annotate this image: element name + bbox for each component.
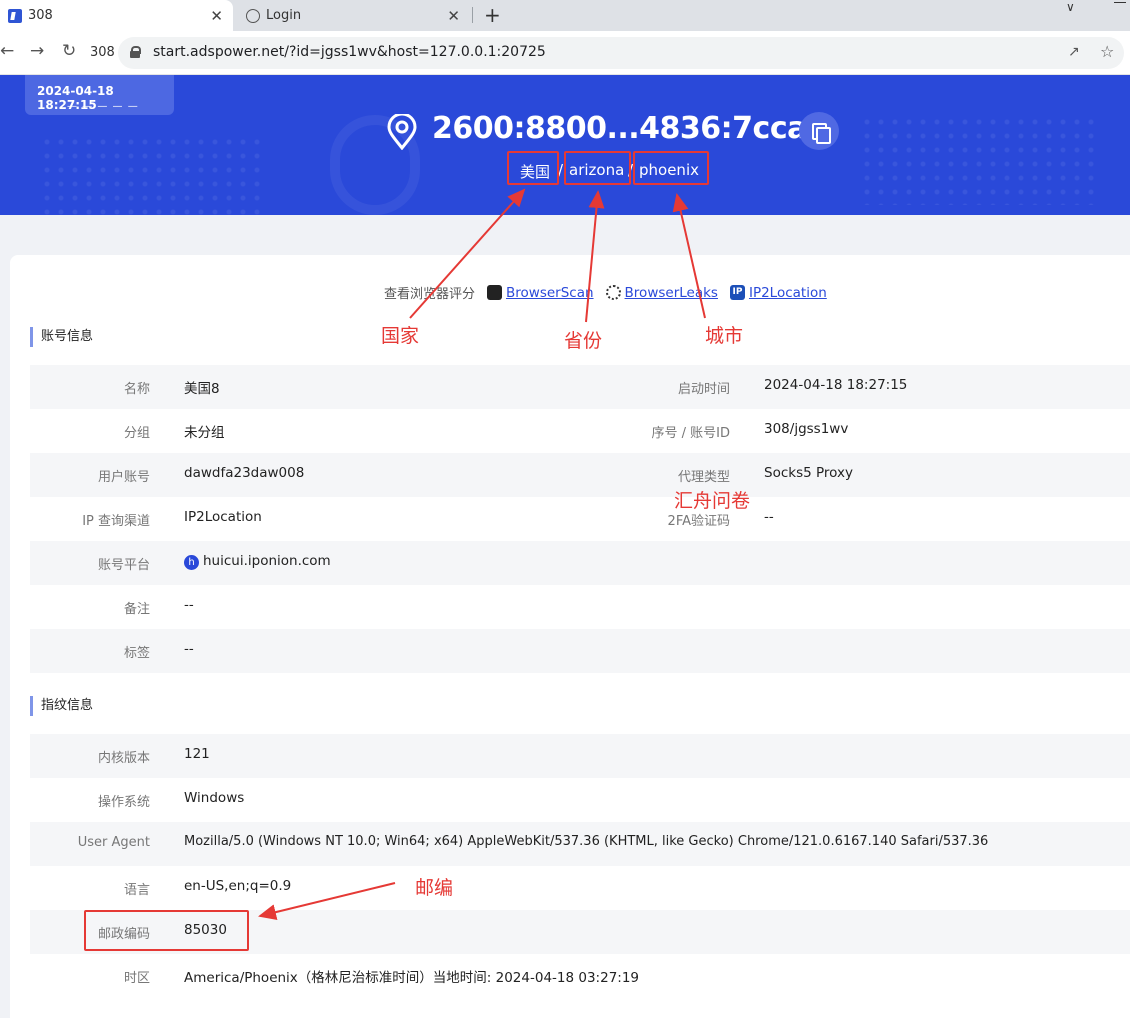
back-icon[interactable]: ← (0, 41, 14, 61)
start-time-value: 2024-04-18 18:27:15 (764, 377, 908, 393)
table-row: User Agent Mozilla/5.0 (Windows NT 10.0;… (30, 822, 1130, 866)
table-row: 备注 -- (30, 585, 1130, 629)
ip-address: 2600:8800...4836:7cca (432, 111, 807, 146)
tab-search-chevron-icon[interactable]: ∨ (1066, 0, 1075, 14)
annotation-country: 国家 (381, 325, 420, 347)
browserleaks-icon (605, 285, 621, 300)
dot-pattern-decoration (40, 135, 260, 215)
tab-separator (472, 7, 473, 23)
tab-bar: 308 ✕ Login ✕ + ∨ (0, 0, 1130, 31)
name-value: 美国8 (184, 381, 220, 397)
table-row: 标签 -- (30, 629, 1130, 673)
tag-label: 标签 (123, 646, 150, 661)
highlight-box-zip (84, 910, 249, 951)
highlight-box-region (564, 151, 631, 185)
ip-query-value: IP2Location (184, 509, 262, 525)
table-row: 操作系统 Windows (30, 778, 1130, 822)
bookmark-star-icon[interactable]: ☆ (1100, 42, 1114, 61)
user-agent-label: User Agent (77, 835, 150, 850)
os-label: 操作系统 (97, 795, 150, 810)
group-value: 未分组 (184, 425, 225, 441)
annotation-city: 城市 (705, 325, 744, 347)
name-label: 名称 (123, 382, 150, 397)
dot-pattern-decoration (860, 115, 1100, 205)
tab-308[interactable]: 308 ✕ (0, 0, 233, 31)
annotation-zip: 邮编 (415, 877, 454, 899)
annotation-province: 省份 (564, 330, 603, 352)
table-row: IP 查询渠道 IP2Location 2FA验证码 -- (30, 497, 1130, 541)
url-omnibox[interactable]: start.adspower.net/?id=jgss1wv&host=127.… (118, 37, 1124, 69)
highlight-box-country (507, 151, 559, 185)
kernel-label: 内核版本 (97, 751, 150, 766)
close-tab-icon[interactable]: ✕ (210, 7, 223, 25)
adspower-favicon-icon (8, 8, 22, 23)
proxy-type-value: Socks5 Proxy (764, 465, 853, 481)
table-row: 内核版本 121 (30, 734, 1130, 778)
ip-query-label: IP 查询渠道 (82, 514, 150, 529)
timezone-value: America/Phoenix（格林尼治标准时间）当地时间: 2024-04-1… (184, 970, 640, 986)
platform-label: 账号平台 (97, 558, 150, 573)
table-row: 语言 en-US,en;q=0.9 (30, 866, 1130, 910)
address-bar: ← → ↻ 308 start.adspower.net/?id=jgss1wv… (0, 31, 1130, 75)
note-label: 备注 (123, 602, 150, 617)
lock-icon[interactable] (130, 46, 141, 58)
user-account-value: dawdfa23daw008 (184, 465, 305, 481)
os-value: Windows (184, 790, 245, 806)
tab-title: Login (266, 8, 302, 23)
share-icon[interactable]: ↗ (1068, 44, 1080, 60)
ip-header: 2024-04-18 18:27:15 — — — — — 2600:8800.… (0, 75, 1130, 215)
tab-title: 308 (28, 8, 53, 23)
location-pin-icon (387, 114, 417, 150)
user-agent-value: Mozilla/5.0 (Windows NT 10.0; Win64; x64… (184, 834, 989, 849)
minimize-icon[interactable] (1114, 2, 1126, 3)
table-row: 账号平台 h huicui.iponion.com (30, 541, 1130, 585)
account-id-value: 308/jgss1wv (764, 421, 849, 437)
table-row: 分组 未分组 序号 / 账号ID 308/jgss1wv (30, 409, 1130, 453)
table-row: 名称 美国8 启动时间 2024-04-18 18:27:15 (30, 365, 1130, 409)
group-label: 分组 (123, 426, 150, 441)
tag-value: -- (184, 641, 194, 657)
start-time-label: 启动时间 (677, 382, 730, 397)
user-account-label: 用户账号 (97, 470, 150, 485)
url-text[interactable]: start.adspower.net/?id=jgss1wv&host=127.… (153, 44, 546, 60)
timezone-label: 时区 (123, 971, 150, 986)
language-value: en-US,en;q=0.9 (184, 878, 292, 894)
highlight-box-city (633, 151, 709, 185)
forward-icon[interactable]: → (30, 41, 44, 61)
note-value: -- (184, 597, 194, 613)
table-row: 时区 America/Phoenix（格林尼治标准时间）当地时间: 2024-0… (30, 954, 1130, 998)
annotation-watermark: 汇舟问卷 (674, 490, 751, 512)
browserscan-icon (487, 285, 503, 300)
browserleaks-link[interactable]: BrowserLeaks (625, 285, 718, 301)
timestamp-dashes: — — — — — (67, 101, 139, 112)
twofa-value: -- (764, 509, 774, 525)
new-tab-button[interactable]: + (484, 3, 501, 27)
reload-icon[interactable]: ↻ (62, 41, 76, 61)
account-id-label: 序号 / 账号ID (651, 426, 731, 441)
kernel-value: 121 (184, 746, 210, 762)
tab-login[interactable]: Login ✕ (238, 0, 470, 31)
platform-h-icon: h (184, 555, 199, 570)
fingerprint-section-title: 指纹信息 (30, 696, 93, 716)
browser-score-links: 查看浏览器评分 BrowserScan BrowserLeaks IP IP2L… (384, 283, 827, 303)
proxy-type-label: 代理类型 (677, 470, 730, 485)
browserscan-link[interactable]: BrowserScan (506, 285, 594, 301)
language-label: 语言 (123, 883, 150, 898)
ip2location-icon: IP (729, 285, 745, 300)
ip2location-link[interactable]: IP2Location (749, 285, 827, 301)
platform-domain: huicui.iponion.com (203, 553, 331, 569)
platform-value: h huicui.iponion.com (184, 553, 331, 570)
close-tab-icon[interactable]: ✕ (447, 7, 460, 25)
score-label: 查看浏览器评分 (384, 287, 476, 302)
login-favicon-icon (246, 8, 260, 23)
account-section-title: 账号信息 (30, 327, 93, 347)
copy-ip-button[interactable] (799, 112, 839, 150)
profile-count: 308 (90, 45, 115, 60)
launch-time-box: 2024-04-18 18:27:15 — — — — — (25, 75, 174, 115)
table-row: 用户账号 dawdfa23daw008 代理类型 Socks5 Proxy (30, 453, 1130, 497)
